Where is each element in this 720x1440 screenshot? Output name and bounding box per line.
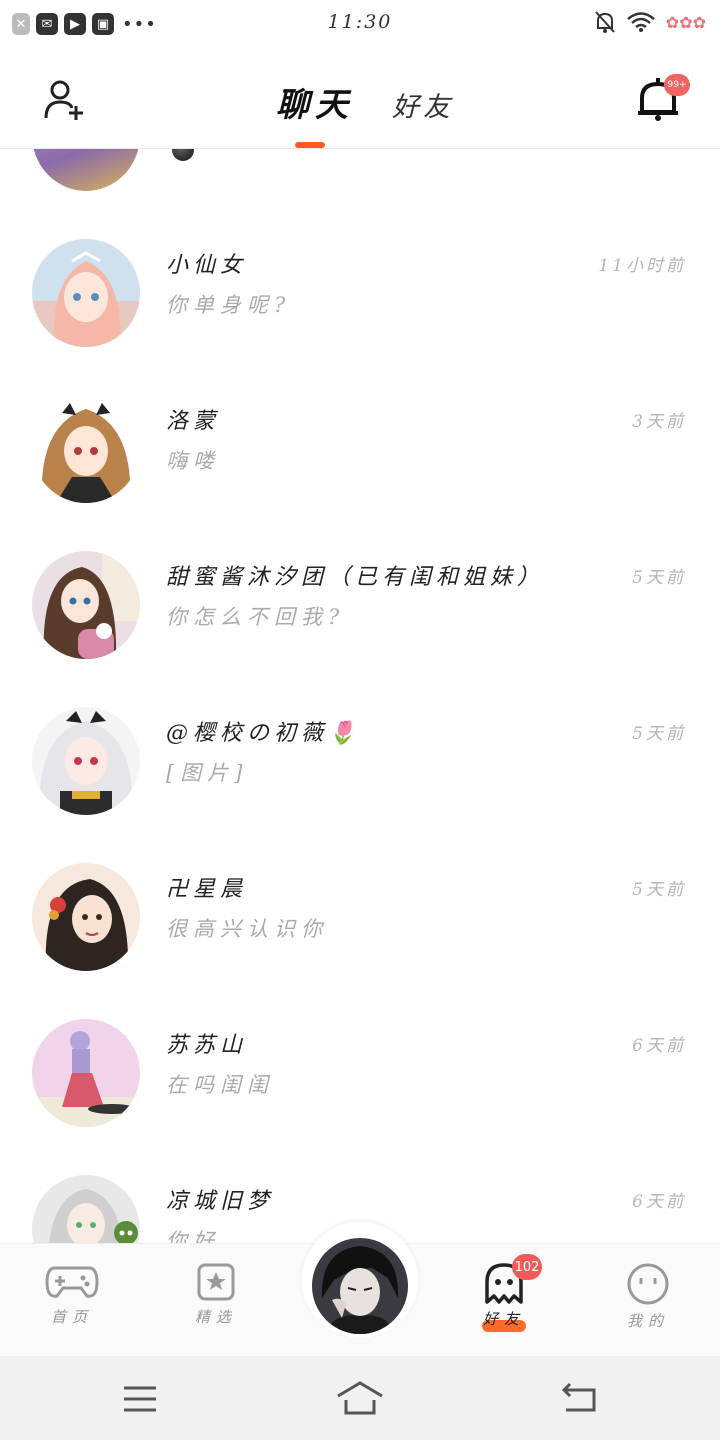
- chat-list[interactable]: 小仙女 你单身呢? 11小时前 洛蒙 嗨喽 3天前 甜蜜酱沐汐团（已有闺和姐妹）…: [0, 149, 720, 1243]
- status-bar-right: ✿✿✿: [594, 10, 706, 34]
- add-friend-icon[interactable]: [42, 78, 88, 124]
- chat-time: 3天前: [632, 412, 686, 432]
- chat-time: 5天前: [632, 880, 686, 900]
- tab-friends[interactable]: 好友: [392, 85, 454, 124]
- nav-featured[interactable]: 精选: [166, 1262, 266, 1327]
- mute-bell-icon: [595, 11, 615, 33]
- nav-me[interactable]: 我的: [598, 1262, 698, 1331]
- chat-last-message: [图片]: [166, 761, 249, 785]
- chat-last-message: 你好: [166, 1229, 220, 1243]
- online-dot: [172, 149, 194, 161]
- nav-label: 精选: [194, 1308, 237, 1326]
- tab-chat[interactable]: 聊天: [276, 78, 354, 126]
- star-card-icon: [197, 1263, 235, 1301]
- chat-time: 11小时前: [598, 256, 686, 276]
- chat-last-message: 你怎么不回我?: [166, 605, 346, 629]
- avatar-brown-hair-girl[interactable]: [32, 551, 140, 659]
- avatar-pink-hair-girl[interactable]: [32, 239, 140, 347]
- chat-row[interactable]: 苏苏山 在吗闺闺 6天前: [0, 1019, 720, 1175]
- system-navigation-bar: [0, 1356, 720, 1440]
- gamepad-icon: [45, 1266, 99, 1298]
- chat-row[interactable]: 卍星晨 很高兴认识你 5天前: [0, 863, 720, 1019]
- nav-label: 首页: [50, 1308, 93, 1326]
- friends-badge: 102: [512, 1254, 542, 1280]
- avatar-chibi-figure[interactable]: [32, 1019, 140, 1127]
- chat-name: 小仙女: [166, 253, 248, 278]
- partial-avatar[interactable]: [32, 149, 140, 191]
- chat-last-message: 很高兴认识你: [166, 917, 328, 941]
- chat-name: 卍星晨: [166, 877, 248, 902]
- chat-last-message: 嗨喽: [166, 449, 220, 473]
- status-bar: ✕ ✉ ▶ ▣ ••• 11:30 ✿✿✿: [0, 0, 720, 48]
- menu-icon[interactable]: [122, 1384, 158, 1414]
- top-header: 聊天 好友 99+: [0, 48, 720, 149]
- nav-home[interactable]: 首页: [22, 1262, 122, 1327]
- chat-name: @樱校の初薇🌷: [166, 721, 361, 746]
- chat-name: 凉城旧梦: [166, 1189, 275, 1214]
- chat-row[interactable]: 小仙女 你单身呢? 11小时前: [0, 239, 720, 395]
- chat-name: 洛蒙: [166, 409, 221, 434]
- chat-time: 6天前: [632, 1036, 686, 1056]
- active-tab-indicator: [295, 142, 325, 148]
- chat-last-message: 在吗闺闺: [166, 1073, 274, 1097]
- home-icon[interactable]: [336, 1380, 384, 1416]
- nav-label: 好友: [482, 1310, 525, 1328]
- avatar-twin-tail-girl[interactable]: [32, 395, 140, 503]
- chat-row[interactable]: 甜蜜酱沐汐团（已有闺和姐妹） 你怎么不回我? 5天前: [0, 551, 720, 707]
- chat-row[interactable]: 洛蒙 嗨喽 3天前: [0, 395, 720, 551]
- notification-badge: 99+: [664, 74, 690, 96]
- chat-time: 6天前: [632, 1192, 686, 1212]
- chat-row[interactable]: @樱校の初薇🌷 [图片] 5天前: [0, 707, 720, 863]
- smiley-icon: [627, 1263, 669, 1305]
- chat-time: 5天前: [632, 724, 686, 744]
- chat-name: 甜蜜酱沐汐团（已有闺和姐妹）: [166, 565, 545, 590]
- chat-time: 5天前: [632, 568, 686, 588]
- wifi-icon: [626, 12, 655, 32]
- avatar-white-hair-girl[interactable]: [32, 707, 140, 815]
- avatar-traditional-girl[interactable]: [32, 863, 140, 971]
- back-icon[interactable]: [560, 1382, 598, 1414]
- avatar-silver-hair-boy[interactable]: [32, 1175, 140, 1243]
- header-tabs: 聊天 好友: [276, 78, 454, 126]
- battery-icon: ✿✿✿: [665, 12, 706, 32]
- profile-avatar[interactable]: [312, 1238, 408, 1334]
- chat-last-message: 你单身呢?: [166, 293, 292, 317]
- nav-label: 我的: [626, 1312, 669, 1330]
- chat-name: 苏苏山: [166, 1033, 248, 1058]
